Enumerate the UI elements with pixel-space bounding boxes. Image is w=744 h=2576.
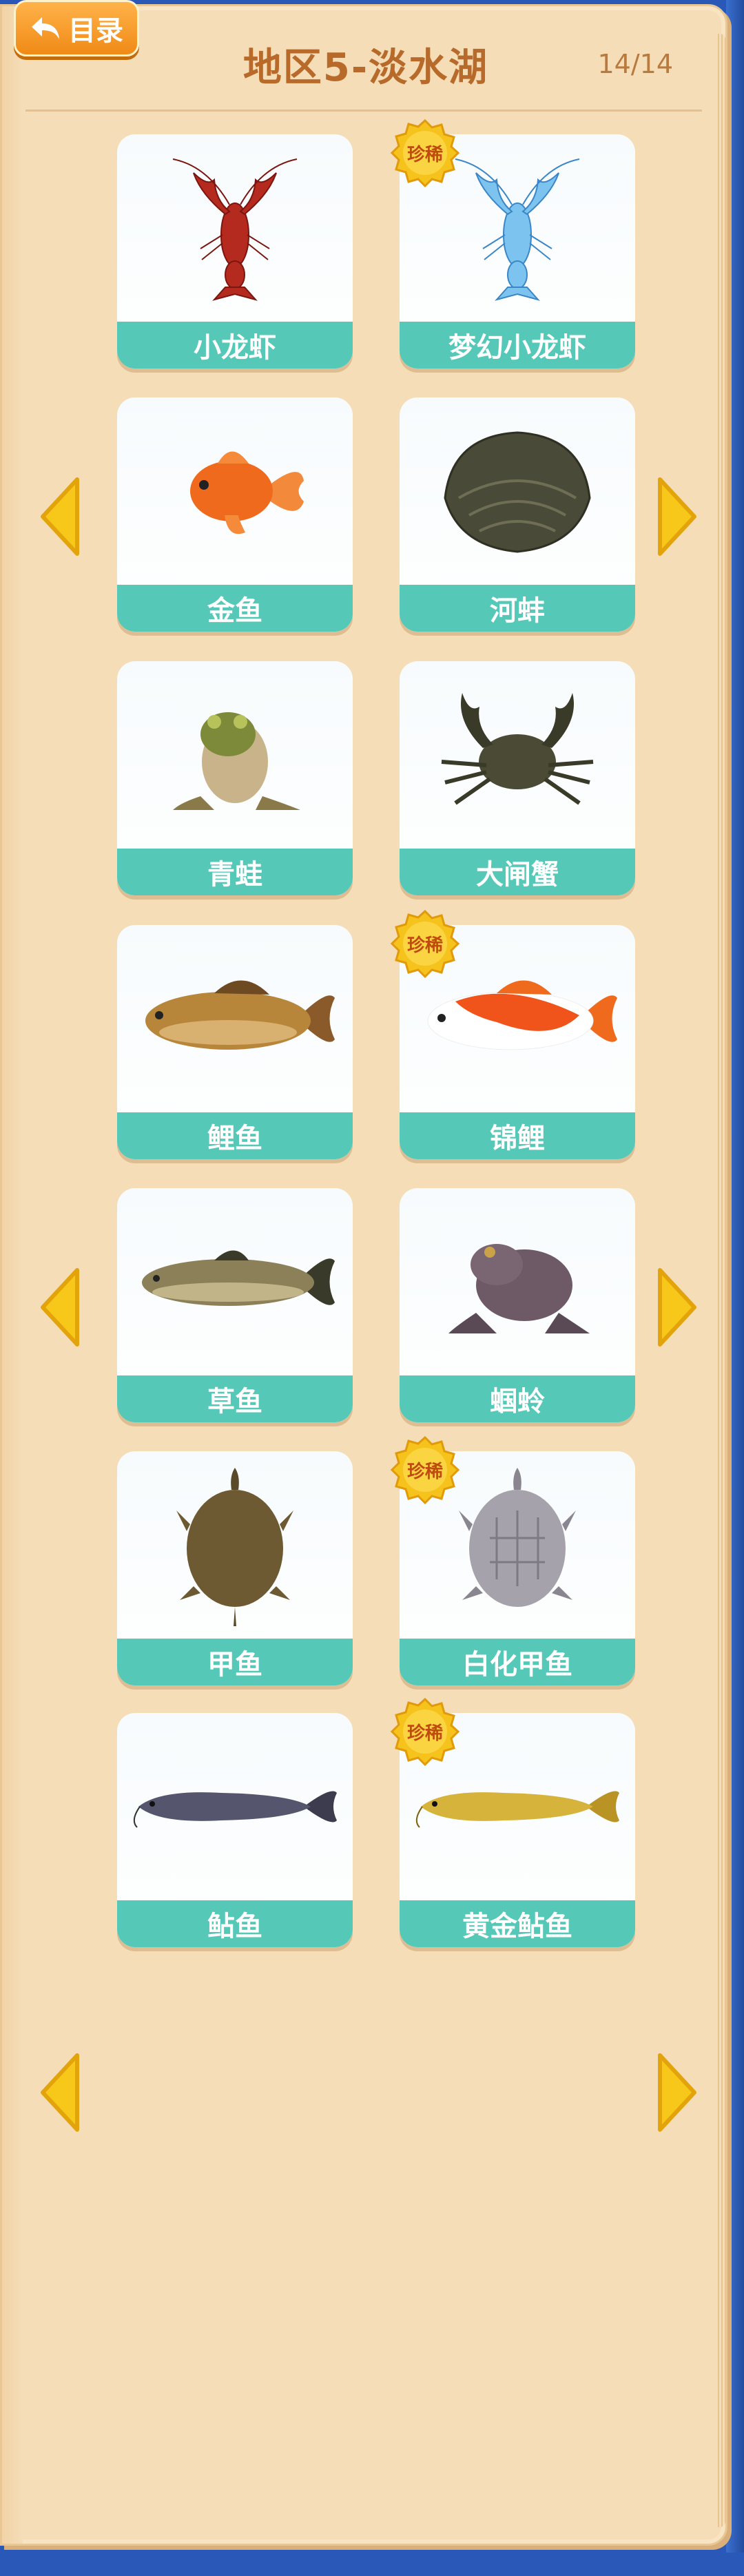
rare-badge-label: 珍稀: [406, 1723, 443, 1744]
creature-name: 鲇鱼: [117, 1900, 353, 1947]
back-arrow-icon: [32, 17, 59, 39]
rare-badge-label: 珍稀: [406, 144, 443, 165]
rare-badge-label: 珍稀: [406, 935, 443, 956]
carp-icon: [117, 925, 353, 1112]
creature-card[interactable]: 鲤鱼: [117, 925, 353, 1159]
toad-icon: [400, 1188, 635, 1375]
back-button-label: 目录: [68, 15, 123, 47]
rare-badge: 珍稀: [390, 118, 460, 188]
creature-name: 蝈蛉: [400, 1375, 635, 1422]
rare-badge: 珍稀: [390, 908, 460, 979]
goldfish-icon: [117, 397, 353, 585]
creature-card[interactable]: 青蛙: [117, 661, 353, 895]
prev-page-arrow-icon[interactable]: [37, 1266, 80, 1349]
creature-card[interactable]: 草鱼: [117, 1188, 353, 1422]
creature-name: 锦鲤: [400, 1112, 635, 1159]
creature-name: 黄金鲇鱼: [400, 1900, 635, 1947]
next-page-arrow-icon[interactable]: [657, 1266, 700, 1349]
creature-name: 梦幻小龙虾: [400, 322, 635, 368]
prev-page-arrow-icon[interactable]: [37, 475, 80, 558]
crab-icon: [400, 661, 635, 849]
creature-name: 大闸蟹: [400, 849, 635, 895]
clam-icon: [400, 397, 635, 585]
rare-badge-label: 珍稀: [406, 1461, 443, 1482]
creature-name: 金鱼: [117, 585, 353, 632]
creature-card[interactable]: 金鱼: [117, 397, 353, 632]
frog-icon: [117, 661, 353, 849]
creature-name: 河蚌: [400, 585, 635, 632]
creature-card[interactable]: 蝈蛉: [400, 1188, 635, 1422]
creature-card[interactable]: 甲鱼: [117, 1451, 353, 1685]
creature-card[interactable]: 鲇鱼: [117, 1713, 353, 1947]
crayfish-icon: [117, 134, 353, 322]
creature-name: 白化甲鱼: [400, 1639, 635, 1685]
creature-card[interactable]: 小龙虾: [117, 134, 353, 368]
creature-card[interactable]: 大闸蟹: [400, 661, 635, 895]
creature-name: 甲鱼: [117, 1639, 353, 1685]
grass-carp-icon: [117, 1188, 353, 1375]
softshell-turtle-icon: [117, 1451, 353, 1639]
catfish-icon: [117, 1713, 353, 1900]
frame-right: [726, 0, 744, 2576]
rare-badge: 珍稀: [390, 1435, 460, 1505]
creature-name: 草鱼: [117, 1375, 353, 1422]
frame-bottom: [0, 2553, 744, 2576]
next-page-arrow-icon[interactable]: [657, 475, 700, 558]
creature-card[interactable]: 河蚌: [400, 397, 635, 632]
creature-name: 青蛙: [117, 849, 353, 895]
next-page-arrow-icon[interactable]: [657, 2051, 700, 2134]
creature-name: 小龙虾: [117, 322, 353, 368]
collection-book: 地区5-淡水湖 14/14 小龙虾 梦幻小龙虾 珍稀 金鱼 河蚌 青蛙 大闸蟹 鲤鱼 锦鲤 珍稀草…: [0, 4, 727, 2546]
collection-grid: 小龙虾 梦幻小龙虾 珍稀 金鱼 河蚌 青蛙 大闸蟹 鲤鱼 锦鲤 珍稀 草鱼 蝈蛉 甲鱼 白化甲鱼 珍稀 鲇鱼黄…: [2, 6, 725, 2544]
prev-page-arrow-icon[interactable]: [37, 2051, 80, 2134]
creature-name: 鲤鱼: [117, 1112, 353, 1159]
back-to-catalog-button[interactable]: 目录: [14, 0, 139, 56]
rare-badge: 珍稀: [390, 1696, 460, 1767]
